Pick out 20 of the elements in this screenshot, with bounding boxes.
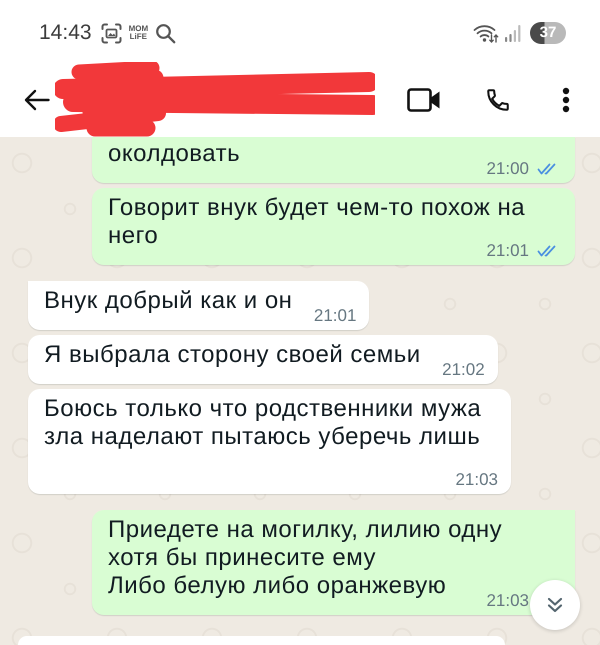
message-text: Боюсь только что родственники мужа зла наделают пытаюсь уберечь лишь	[44, 395, 482, 452]
screenshot-icon	[100, 22, 122, 44]
message-time: 21:02	[442, 360, 485, 380]
wifi-icon	[473, 23, 499, 43]
search-icon	[155, 22, 176, 44]
message-input-field[interactable]	[18, 636, 505, 645]
phone-icon	[485, 86, 511, 112]
back-arrow-icon	[24, 88, 50, 110]
message-time: 21:00	[486, 159, 529, 179]
message-text: околдовать	[108, 140, 242, 168]
status-time: 14:43	[39, 21, 92, 45]
more-options-icon	[562, 86, 570, 112]
video-camera-icon	[407, 88, 441, 112]
message-time: 21:03	[455, 470, 498, 490]
app-logo: MOM LiFE	[128, 25, 148, 41]
double-chevron-down-icon	[546, 596, 564, 614]
message-time: 21:01	[314, 306, 356, 326]
message-text: Внук добрый как и он	[44, 287, 294, 315]
signal-icon	[504, 24, 521, 42]
message-text: Я выбрала сторону своей семьи	[44, 341, 422, 369]
